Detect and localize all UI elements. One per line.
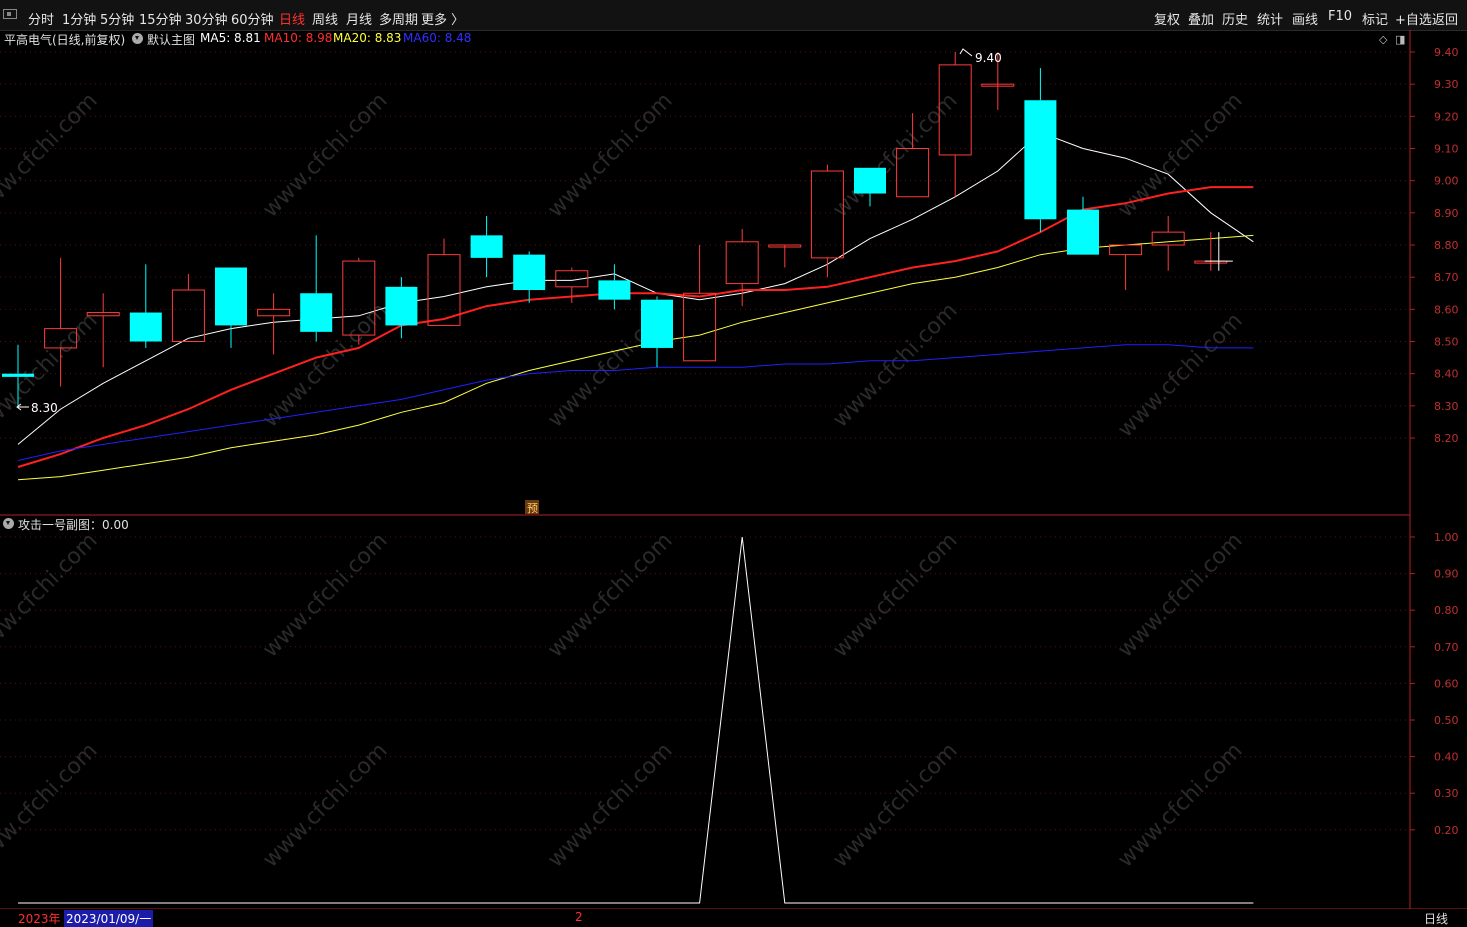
y-tick-label: 9.30 [1434, 78, 1459, 91]
candle-body [129, 312, 162, 342]
sub-y-tick-label: 0.90 [1434, 568, 1459, 581]
candle-body [854, 167, 886, 194]
candle-body [385, 286, 418, 326]
watermark-text: www.cfchi.com [543, 528, 677, 662]
watermark-text: www.cfchi.com [0, 738, 103, 872]
sub-y-tick-label: 0.60 [1434, 677, 1459, 690]
y-tick-label: 8.40 [1434, 368, 1459, 381]
y-tick-label: 8.50 [1434, 336, 1459, 349]
sub-y-tick-label: 0.30 [1434, 787, 1459, 800]
watermark-text: www.cfchi.com [258, 528, 392, 662]
ma-line-ma5 [17, 131, 1254, 445]
watermark-text: www.cfchi.com [0, 88, 103, 222]
date-bar: 2023年 2023/01/09/一 2 日线 [0, 909, 1467, 927]
candle-body [598, 280, 631, 300]
sub-y-tick-label: 0.40 [1434, 751, 1459, 764]
candle-body [1067, 209, 1099, 255]
candle-body [215, 267, 247, 326]
year-label: 2023年 [18, 912, 61, 926]
kline-chart[interactable]: 9.40 9.30 9.20 9.10 9.00 8.90 8.80 8.70 8.60 8.50… [0, 0, 1467, 926]
candle-body [257, 308, 291, 317]
forecast-mark: 预 [527, 502, 538, 515]
y-tick-label: 9.20 [1434, 110, 1459, 123]
period-label[interactable]: 日线 [1424, 910, 1448, 927]
candle-body [86, 312, 120, 317]
watermark-text: www.cfchi.com [258, 738, 392, 872]
sub-y-tick-label: 0.80 [1434, 604, 1459, 617]
sub-y-tick-label: 0.20 [1434, 824, 1459, 837]
candle-body [641, 299, 673, 348]
watermark-text: www.cfchi.com [1113, 308, 1247, 442]
cursor-date: 2023/01/09/一 [64, 910, 154, 927]
y-tick-label: 8.20 [1434, 432, 1459, 445]
candle-body [2, 373, 34, 377]
sub-y-tick-label: 0.70 [1434, 641, 1459, 654]
candle-body [1024, 100, 1057, 220]
y-tick-label: 9.00 [1434, 175, 1459, 188]
watermark-text: www.cfchi.com [828, 298, 962, 432]
watermark-text: www.cfchi.com [543, 738, 677, 872]
y-tick-label: 9.40 [1434, 46, 1459, 59]
y-tick-label: 8.60 [1434, 303, 1459, 316]
sub-y-tick-label: 0.50 [1434, 714, 1459, 727]
watermark-text: www.cfchi.com [828, 528, 962, 662]
y-tick-label: 8.30 [1434, 400, 1459, 413]
candle-body [725, 241, 759, 285]
watermark-text: www.cfchi.com [828, 738, 962, 872]
sub-y-tick-label: 1.00 [1434, 531, 1459, 544]
candle-body [1109, 244, 1143, 256]
y-tick-label: 9.10 [1434, 143, 1459, 156]
candle-body [300, 293, 333, 332]
y-tick-label: 8.80 [1434, 239, 1459, 252]
month-mark: 2 [575, 910, 583, 924]
watermark-text: www.cfchi.com [1113, 528, 1247, 662]
watermark-text: www.cfchi.com [258, 88, 392, 222]
watermark-text: www.cfchi.com [1113, 738, 1247, 872]
y-tick-label: 8.90 [1434, 207, 1459, 220]
low-price-label: 8.30 [31, 401, 58, 415]
high-price-label: 9.40 [975, 51, 1002, 65]
watermark-text: www.cfchi.com [543, 88, 677, 222]
watermark-text: www.cfchi.com [0, 528, 103, 662]
candle-body [683, 292, 717, 362]
candle-body [470, 235, 503, 258]
y-tick-label: 8.70 [1434, 271, 1459, 284]
candle-body [513, 254, 546, 291]
candle-body [171, 289, 205, 342]
